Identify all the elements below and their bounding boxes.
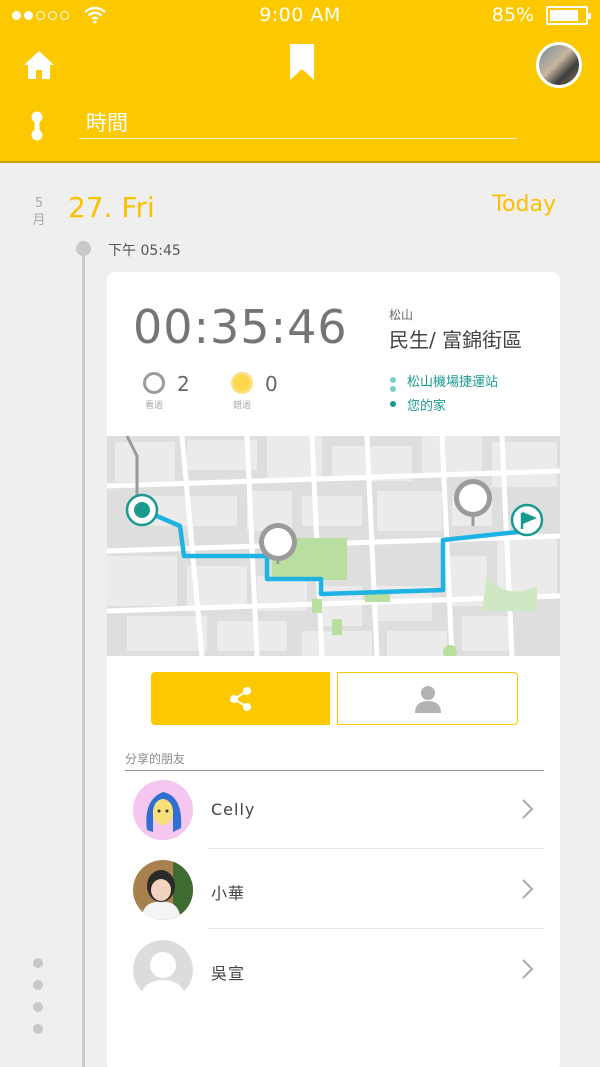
row-divider — [208, 848, 544, 849]
friend-avatar — [133, 860, 193, 920]
stop-list: 松山機場捷運站 您的家 — [390, 368, 498, 416]
app-header: 9:00 AM 85% 時間 — [0, 0, 600, 163]
stop-label: 您的家 — [407, 398, 447, 414]
friend-avatar — [133, 780, 193, 840]
timeline-node — [76, 241, 91, 256]
district-label: 民生/ 富錦街區 — [389, 328, 523, 352]
passed-count: 0 — [265, 372, 278, 396]
route-icon — [31, 111, 43, 141]
row-divider — [208, 928, 544, 929]
stop-item: 您的家 — [390, 392, 498, 416]
person-icon — [414, 685, 441, 713]
passed-stat: 0 錯過 — [231, 372, 278, 411]
stop-dot-icon — [390, 401, 396, 407]
month-label: 5月 — [32, 196, 46, 228]
route-map[interactable] — [107, 436, 560, 656]
battery-icon — [546, 6, 591, 25]
status-bar: 9:00 AM 85% — [0, 0, 600, 32]
destination-flag-icon — [510, 503, 544, 537]
entry-time: 下午 05:45 — [108, 243, 181, 259]
share-icon — [229, 686, 251, 711]
friends-title: 分享的朋友 — [125, 752, 186, 766]
stop-connector-icon — [390, 386, 396, 392]
passed-caption: 錯過 — [232, 401, 251, 411]
friend-name: 小華 — [211, 884, 246, 903]
area-label: 松山 — [389, 308, 414, 322]
chevron-right-icon — [522, 959, 534, 979]
friend-name: 吳宣 — [211, 964, 246, 983]
seen-count: 2 — [177, 372, 190, 396]
stop-item: 松山機場捷運站 — [390, 368, 498, 392]
passed-ring-icon — [231, 372, 253, 394]
friend-name: Celly — [211, 800, 256, 819]
trip-duration: 00:35:46 — [133, 300, 348, 354]
seen-ring-icon — [143, 372, 165, 394]
chevron-right-icon — [522, 799, 534, 819]
home-icon[interactable] — [22, 48, 56, 82]
friend-row[interactable]: 吳宣 — [107, 940, 560, 1020]
start-marker-icon — [125, 493, 159, 527]
stop-dot-icon — [390, 377, 396, 383]
friend-avatar — [133, 940, 193, 1000]
seen-stat: 2 看過 — [143, 372, 190, 411]
tab-share[interactable] — [151, 672, 330, 725]
tab-person[interactable] — [337, 672, 518, 725]
timeline-line — [82, 245, 85, 1067]
bookmark-icon[interactable] — [289, 43, 315, 81]
trip-card: 00:35:46 2 看過 0 錯過 松山 民生/ 富錦街區 松山機場捷運站 您… — [107, 272, 560, 1067]
chevron-right-icon — [522, 879, 534, 899]
search-input[interactable]: 時間 — [79, 108, 517, 139]
battery-percent: 85% — [491, 4, 534, 26]
share-tabs — [151, 672, 518, 725]
user-avatar[interactable] — [536, 42, 582, 88]
more-icon[interactable] — [33, 958, 43, 1046]
friend-row[interactable]: 小華 — [107, 860, 560, 940]
stop-label: 松山機場捷運站 — [407, 374, 499, 390]
seen-caption: 看過 — [144, 401, 163, 411]
day-label: 27. Fri — [68, 191, 155, 224]
divider — [125, 770, 544, 771]
friend-row[interactable]: Celly — [107, 780, 560, 860]
today-label[interactable]: Today — [492, 192, 556, 217]
